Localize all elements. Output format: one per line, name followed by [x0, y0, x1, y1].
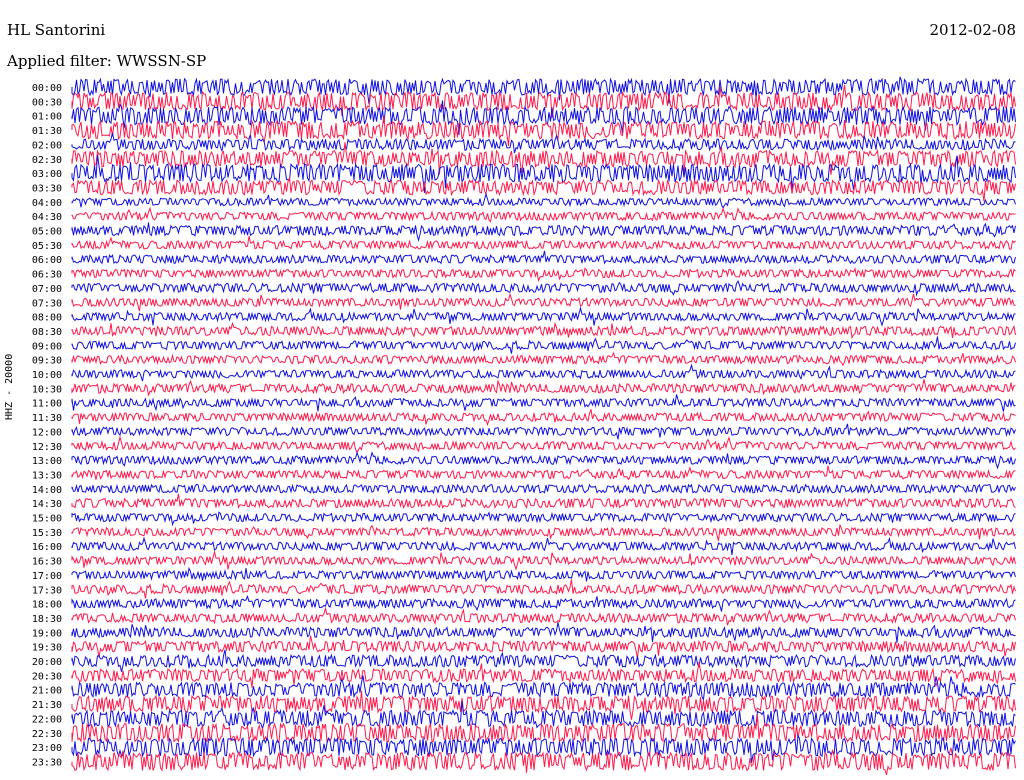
- time-tick-label: 20:00: [32, 657, 62, 668]
- helicorder-plot: 00:00 00:30 01:00 01:30 02:00 02:30 03:00 03:30…: [32, 76, 1016, 776]
- seismogram-trace: [71, 267, 1016, 283]
- time-tick-label: 01:30: [32, 126, 62, 137]
- time-tick-label: 15:30: [32, 528, 62, 539]
- seismogram-trace: [71, 409, 1016, 427]
- seismogram-trace: [71, 250, 1016, 265]
- seismogram-trace: [71, 536, 1016, 555]
- seismogram-trace: [71, 566, 1016, 583]
- time-tick-label: 22:30: [32, 729, 62, 740]
- seismogram-trace: [71, 450, 1016, 470]
- seismogram-trace: [71, 336, 1016, 354]
- time-tick-label: 03:00: [32, 169, 62, 180]
- time-tick-label: 12:30: [32, 442, 62, 453]
- seismogram-trace: [71, 550, 1016, 571]
- seismogram-trace: [71, 635, 1016, 659]
- time-tick-label: 14:30: [32, 499, 62, 510]
- seismogram-trace: [71, 235, 1016, 251]
- seismogram-trace: [71, 321, 1016, 340]
- time-tick-label: 18:00: [32, 600, 62, 611]
- seismogram-trace: [71, 511, 1016, 527]
- time-tick-label: 21:00: [32, 686, 62, 697]
- time-tick-label: 09:30: [32, 356, 62, 367]
- seismogram-trace: [71, 306, 1016, 327]
- seismogram-trace: [71, 192, 1016, 209]
- channel-label: HHZ - 20000: [4, 353, 15, 420]
- seismogram-trace: [71, 594, 1016, 612]
- time-tick-label: 01:00: [32, 112, 62, 123]
- time-tick-label: 09:00: [32, 341, 62, 352]
- time-tick-label: 19:00: [32, 628, 62, 639]
- time-tick-label: 02:00: [32, 140, 62, 151]
- seismogram-trace: [71, 279, 1016, 297]
- seismogram-trace: [71, 747, 1016, 776]
- time-tick-label: 14:00: [32, 485, 62, 496]
- time-tick-label: 13:00: [32, 456, 62, 467]
- time-tick-label: 16:30: [32, 557, 62, 568]
- time-tick-label: 10:00: [32, 370, 62, 381]
- time-tick-label: 02:30: [32, 155, 62, 166]
- time-tick-label: 07:00: [32, 284, 62, 295]
- time-tick-label: 03:30: [32, 183, 62, 194]
- time-tick-label: 11:30: [32, 413, 62, 424]
- time-tick-label: 04:30: [32, 212, 62, 223]
- seismogram-trace: [71, 606, 1016, 626]
- trace-group: [71, 76, 1016, 776]
- seismogram-trace: [71, 483, 1016, 495]
- time-tick-label: 23:00: [32, 743, 62, 754]
- time-tick-label: 23:30: [32, 757, 62, 768]
- time-tick-label: 22:00: [32, 714, 62, 725]
- time-tick-label: 13:30: [32, 470, 62, 481]
- time-tick-label: 11:00: [32, 399, 62, 410]
- time-labels: 00:00 00:30 01:00 01:30 02:00 02:30 03:00 03:30…: [32, 83, 62, 768]
- time-tick-label: 16:00: [32, 542, 62, 553]
- seismogram-trace: [71, 351, 1016, 367]
- time-tick-label: 06:30: [32, 270, 62, 281]
- time-tick-label: 18:30: [32, 614, 62, 625]
- time-tick-label: 20:30: [32, 671, 62, 682]
- time-tick-label: 06:00: [32, 255, 62, 266]
- time-tick-label: 10:30: [32, 384, 62, 395]
- time-tick-label: 12:00: [32, 427, 62, 438]
- seismogram-trace: [71, 292, 1016, 312]
- seismogram-trace: [71, 394, 1016, 412]
- seismogram-trace: [71, 465, 1016, 481]
- seismogram-trace: [71, 435, 1016, 454]
- seismogram-trace: [71, 622, 1016, 643]
- time-tick-label: 07:30: [32, 298, 62, 309]
- time-tick-label: 05:00: [32, 227, 62, 238]
- time-tick-label: 00:30: [32, 97, 62, 108]
- seismogram-trace: [71, 524, 1016, 541]
- seismogram-trace: [71, 675, 1016, 702]
- seismogram-trace: [71, 493, 1016, 509]
- time-tick-label: 05:30: [32, 241, 62, 252]
- seismogram-trace: [71, 363, 1016, 382]
- time-tick-label: 17:00: [32, 571, 62, 582]
- time-tick-label: 08:00: [32, 313, 62, 324]
- seismogram-trace: [71, 76, 1016, 104]
- time-tick-label: 08:30: [32, 327, 62, 338]
- seismogram-trace: [71, 379, 1016, 396]
- seismogram-trace: [71, 579, 1016, 599]
- time-tick-label: 00:00: [32, 83, 62, 94]
- time-tick-label: 15:00: [32, 514, 62, 525]
- seismogram-trace: [71, 206, 1016, 223]
- seismogram-trace: [71, 142, 1016, 176]
- seismogram-trace: [71, 423, 1016, 440]
- time-tick-label: 04:00: [32, 198, 62, 209]
- seismogram-trace: [71, 176, 1016, 202]
- time-tick-label: 21:30: [32, 700, 62, 711]
- time-tick-label: 17:30: [32, 585, 62, 596]
- time-tick-label: 19:30: [32, 643, 62, 654]
- seismogram-trace: [71, 222, 1016, 243]
- seismogram-trace: [71, 649, 1016, 672]
